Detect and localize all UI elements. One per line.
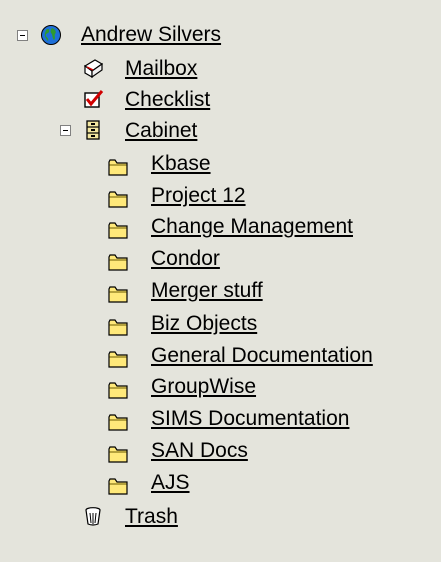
folder-item[interactable]: SAN Docs <box>0 439 441 466</box>
folder-label[interactable]: Condor <box>151 247 220 271</box>
folder-label[interactable]: Change Management <box>151 215 353 239</box>
collapse-toggle-cabinet[interactable] <box>60 125 71 136</box>
folder-item[interactable]: Merger stuff <box>0 279 441 306</box>
folder-label[interactable]: GroupWise <box>151 375 256 399</box>
folder-icon <box>108 319 128 336</box>
tree-item-checklist-label[interactable]: Checklist <box>125 88 210 112</box>
folder-icon <box>108 286 128 303</box>
folder-label[interactable]: SAN Docs <box>151 439 248 463</box>
folder-label[interactable]: Merger stuff <box>151 279 263 303</box>
folder-label[interactable]: Biz Objects <box>151 312 257 336</box>
folder-label[interactable]: AJS <box>151 471 190 495</box>
folder-tree: Andrew Silvers Mailbox Checklist Cabinet… <box>0 0 441 562</box>
checklist-icon <box>84 90 104 108</box>
tree-item-cabinet-label[interactable]: Cabinet <box>125 119 197 143</box>
folder-label[interactable]: SIMS Documentation <box>151 407 349 431</box>
folder-label[interactable]: General Documentation <box>151 344 373 368</box>
tree-item-trash-label[interactable]: Trash <box>125 505 178 529</box>
folder-icon <box>108 159 128 176</box>
folder-item[interactable]: SIMS Documentation <box>0 407 441 434</box>
folder-icon <box>108 414 128 431</box>
folder-label[interactable]: Project 12 <box>151 184 246 208</box>
cabinet-icon <box>86 120 100 140</box>
tree-item-root-label[interactable]: Andrew Silvers <box>81 23 221 47</box>
folder-item[interactable]: AJS <box>0 471 441 498</box>
folder-icon <box>108 478 128 495</box>
collapse-toggle-root[interactable] <box>17 30 28 41</box>
folder-item[interactable]: GroupWise <box>0 375 441 402</box>
folder-icon <box>108 351 128 368</box>
folder-label[interactable]: Kbase <box>151 152 211 176</box>
folder-icon <box>108 254 128 271</box>
trash-icon <box>85 507 101 526</box>
folder-icon <box>108 382 128 399</box>
folder-icon <box>108 446 128 463</box>
folder-item[interactable]: General Documentation <box>0 344 441 371</box>
tree-item-mailbox-label[interactable]: Mailbox <box>125 57 197 81</box>
mailbox-icon <box>83 59 104 79</box>
folder-item[interactable]: Project 12 <box>0 184 441 211</box>
globe-icon <box>41 25 61 45</box>
folder-item[interactable]: Change Management <box>0 215 441 242</box>
folder-item[interactable]: Biz Objects <box>0 312 441 339</box>
folder-icon <box>108 191 128 208</box>
folder-item[interactable]: Condor <box>0 247 441 274</box>
folder-item[interactable]: Kbase <box>0 152 441 179</box>
folder-icon <box>108 222 128 239</box>
